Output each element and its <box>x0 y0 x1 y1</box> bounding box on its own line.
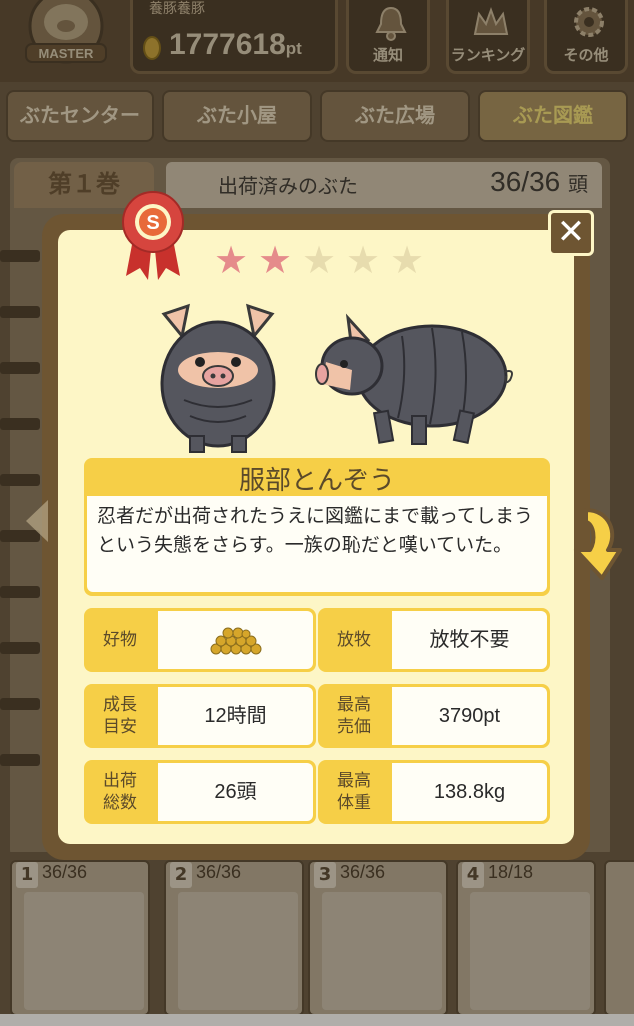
stat-value <box>158 611 313 669</box>
next-arrow-icon[interactable] <box>566 504 622 584</box>
star-icon: ★ <box>302 238 337 282</box>
stat-label: 出荷 総数 <box>103 771 137 812</box>
close-icon: ✕ <box>556 212 586 252</box>
stat-grazing: 放牧 放牧不要 <box>318 608 550 672</box>
rarity-stars: ★ ★ ★ ★ ★ <box>214 240 428 280</box>
stat-shipped-total: 出荷 総数 26頭 <box>84 760 316 824</box>
stat-value: 26頭 <box>158 763 313 821</box>
pig-name: 服部とんぞう <box>238 465 395 495</box>
stat-max-price: 最高 売価 3790pt <box>318 684 550 748</box>
star-icon: ★ <box>258 238 293 282</box>
rank-letter: S <box>146 212 159 234</box>
pig-front-illustration <box>160 303 276 453</box>
stat-label: 成長 目安 <box>103 695 137 736</box>
stat-max-weight: 最高 体重 138.8kg <box>318 760 550 824</box>
close-button[interactable]: ✕ <box>548 210 594 256</box>
star-icon: ★ <box>390 238 425 282</box>
food-pellets-icon <box>210 627 261 655</box>
stat-favorite: 好物 <box>84 608 316 672</box>
pig-info-panel: 服部とんぞう 忍者だが出荷されたうえに図鑑にまで載ってしまうという失態をさらす。… <box>84 458 550 596</box>
star-icon: ★ <box>346 238 381 282</box>
stat-label: 放牧 <box>337 630 371 649</box>
stat-label: 最高 体重 <box>337 771 371 812</box>
stat-label: 好物 <box>103 630 137 649</box>
stat-value: 138.8kg <box>392 763 547 821</box>
stat-value: 12時間 <box>158 687 313 745</box>
stat-growth-time: 成長 目安 12時間 <box>84 684 316 748</box>
star-icon: ★ <box>214 238 249 282</box>
pig-description: 忍者だが出荷されたうえに図鑑にまで載ってしまうという失態をさらす。一族の恥だと嘆… <box>87 496 547 592</box>
stat-label: 最高 売価 <box>337 695 371 736</box>
previous-arrow-icon[interactable] <box>20 496 50 546</box>
pig-side-illustration <box>315 313 513 445</box>
stat-value: 3790pt <box>392 687 547 745</box>
stat-value: 放牧不要 <box>392 611 547 669</box>
rank-ribbon-icon: S <box>122 191 184 280</box>
